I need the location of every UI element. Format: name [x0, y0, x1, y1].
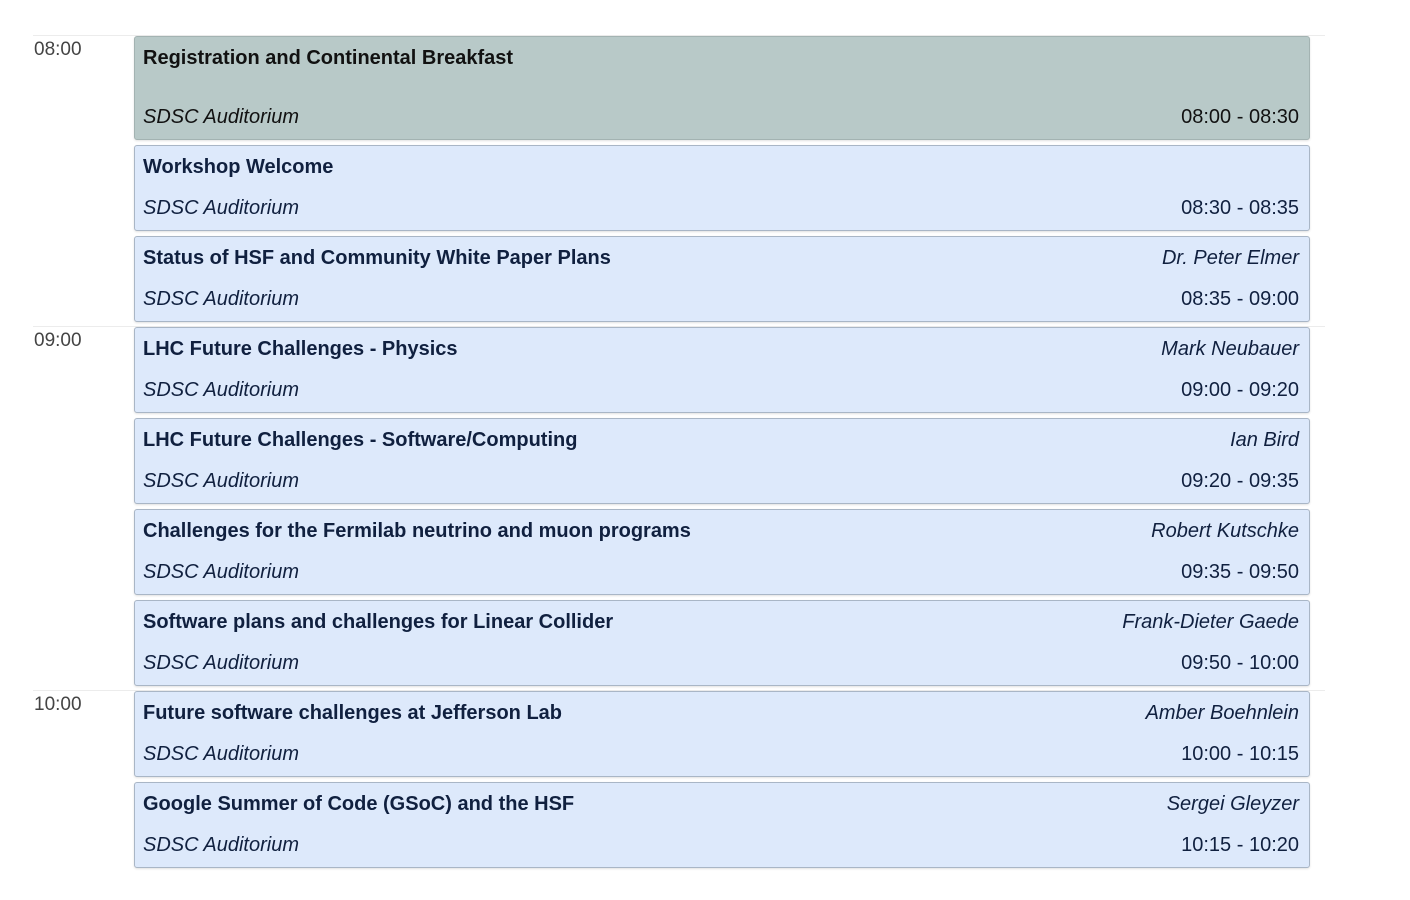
entry-title: Software plans and challenges for Linear…	[143, 611, 614, 633]
entry-speaker: Ian Bird	[1230, 429, 1299, 451]
entry-time: 08:00 - 08:30	[1181, 106, 1299, 128]
entry-speaker: Dr. Peter Elmer	[1161, 247, 1299, 269]
entry-speaker: Frank-Dieter Gaede	[1122, 611, 1299, 633]
entry-title: LHC Future Challenges - Software/Computi…	[143, 429, 578, 451]
timetable-entry[interactable]: LHC Future Challenges - Physics Mark Neu…	[134, 327, 1310, 413]
entry-title: Future software challenges at Jefferson …	[143, 702, 562, 724]
entry-room: SDSC Auditorium	[143, 288, 299, 310]
timetable-entry[interactable]: Workshop Welcome SDSC Auditorium 08:30 -…	[134, 145, 1310, 231]
timetable-entry[interactable]: Software plans and challenges for Linear…	[134, 600, 1310, 686]
timetable-entry[interactable]: Google Summer of Code (GSoC) and the HSF…	[134, 782, 1310, 868]
timetable-entry[interactable]: Status of HSF and Community White Paper …	[134, 236, 1310, 322]
entry-speaker: Mark Neubauer	[1161, 338, 1299, 360]
entry-room: SDSC Auditorium	[143, 834, 299, 856]
entry-room: SDSC Auditorium	[143, 106, 299, 128]
entry-speaker: Robert Kutschke	[1151, 520, 1299, 542]
entry-speaker: Sergei Gleyzer	[1166, 793, 1299, 815]
entry-time: 09:35 - 09:50	[1181, 561, 1299, 583]
entry-room: SDSC Auditorium	[143, 561, 299, 583]
entry-title: Status of HSF and Community White Paper …	[143, 247, 611, 269]
entry-room: SDSC Auditorium	[143, 743, 299, 765]
timetable: 08:00 09:00 10:00 Registration and Conti…	[0, 0, 1410, 900]
hour-label-0800: 08:00	[34, 39, 82, 60]
entry-title: Workshop Welcome	[143, 156, 334, 178]
timetable-entry[interactable]: Future software challenges at Jefferson …	[134, 691, 1310, 777]
entry-time: 08:30 - 08:35	[1181, 197, 1299, 219]
entry-title: Google Summer of Code (GSoC) and the HSF	[143, 793, 575, 815]
entry-room: SDSC Auditorium	[143, 197, 299, 219]
timetable-entry[interactable]: Challenges for the Fermilab neutrino and…	[134, 509, 1310, 595]
entry-time: 10:15 - 10:20	[1181, 834, 1299, 856]
entry-time: 09:50 - 10:00	[1181, 652, 1299, 674]
entry-title: Registration and Continental Breakfast	[143, 47, 514, 69]
entry-time: 09:00 - 09:20	[1181, 379, 1299, 401]
entry-time: 10:00 - 10:15	[1181, 743, 1299, 765]
timetable-entry[interactable]: LHC Future Challenges - Software/Computi…	[134, 418, 1310, 504]
entry-time: 08:35 - 09:00	[1181, 288, 1299, 310]
entry-speaker: Amber Boehnlein	[1145, 702, 1299, 724]
entry-room: SDSC Auditorium	[143, 470, 299, 492]
hour-label-1000: 10:00	[34, 694, 82, 715]
hour-label-0900: 09:00	[34, 330, 82, 351]
entry-time: 09:20 - 09:35	[1181, 470, 1299, 492]
timetable-entry-break[interactable]: Registration and Continental Breakfast S…	[134, 36, 1310, 140]
entry-room: SDSC Auditorium	[143, 652, 299, 674]
entry-room: SDSC Auditorium	[143, 379, 299, 401]
entry-title: LHC Future Challenges - Physics	[143, 338, 458, 360]
entry-title: Challenges for the Fermilab neutrino and…	[143, 520, 691, 542]
